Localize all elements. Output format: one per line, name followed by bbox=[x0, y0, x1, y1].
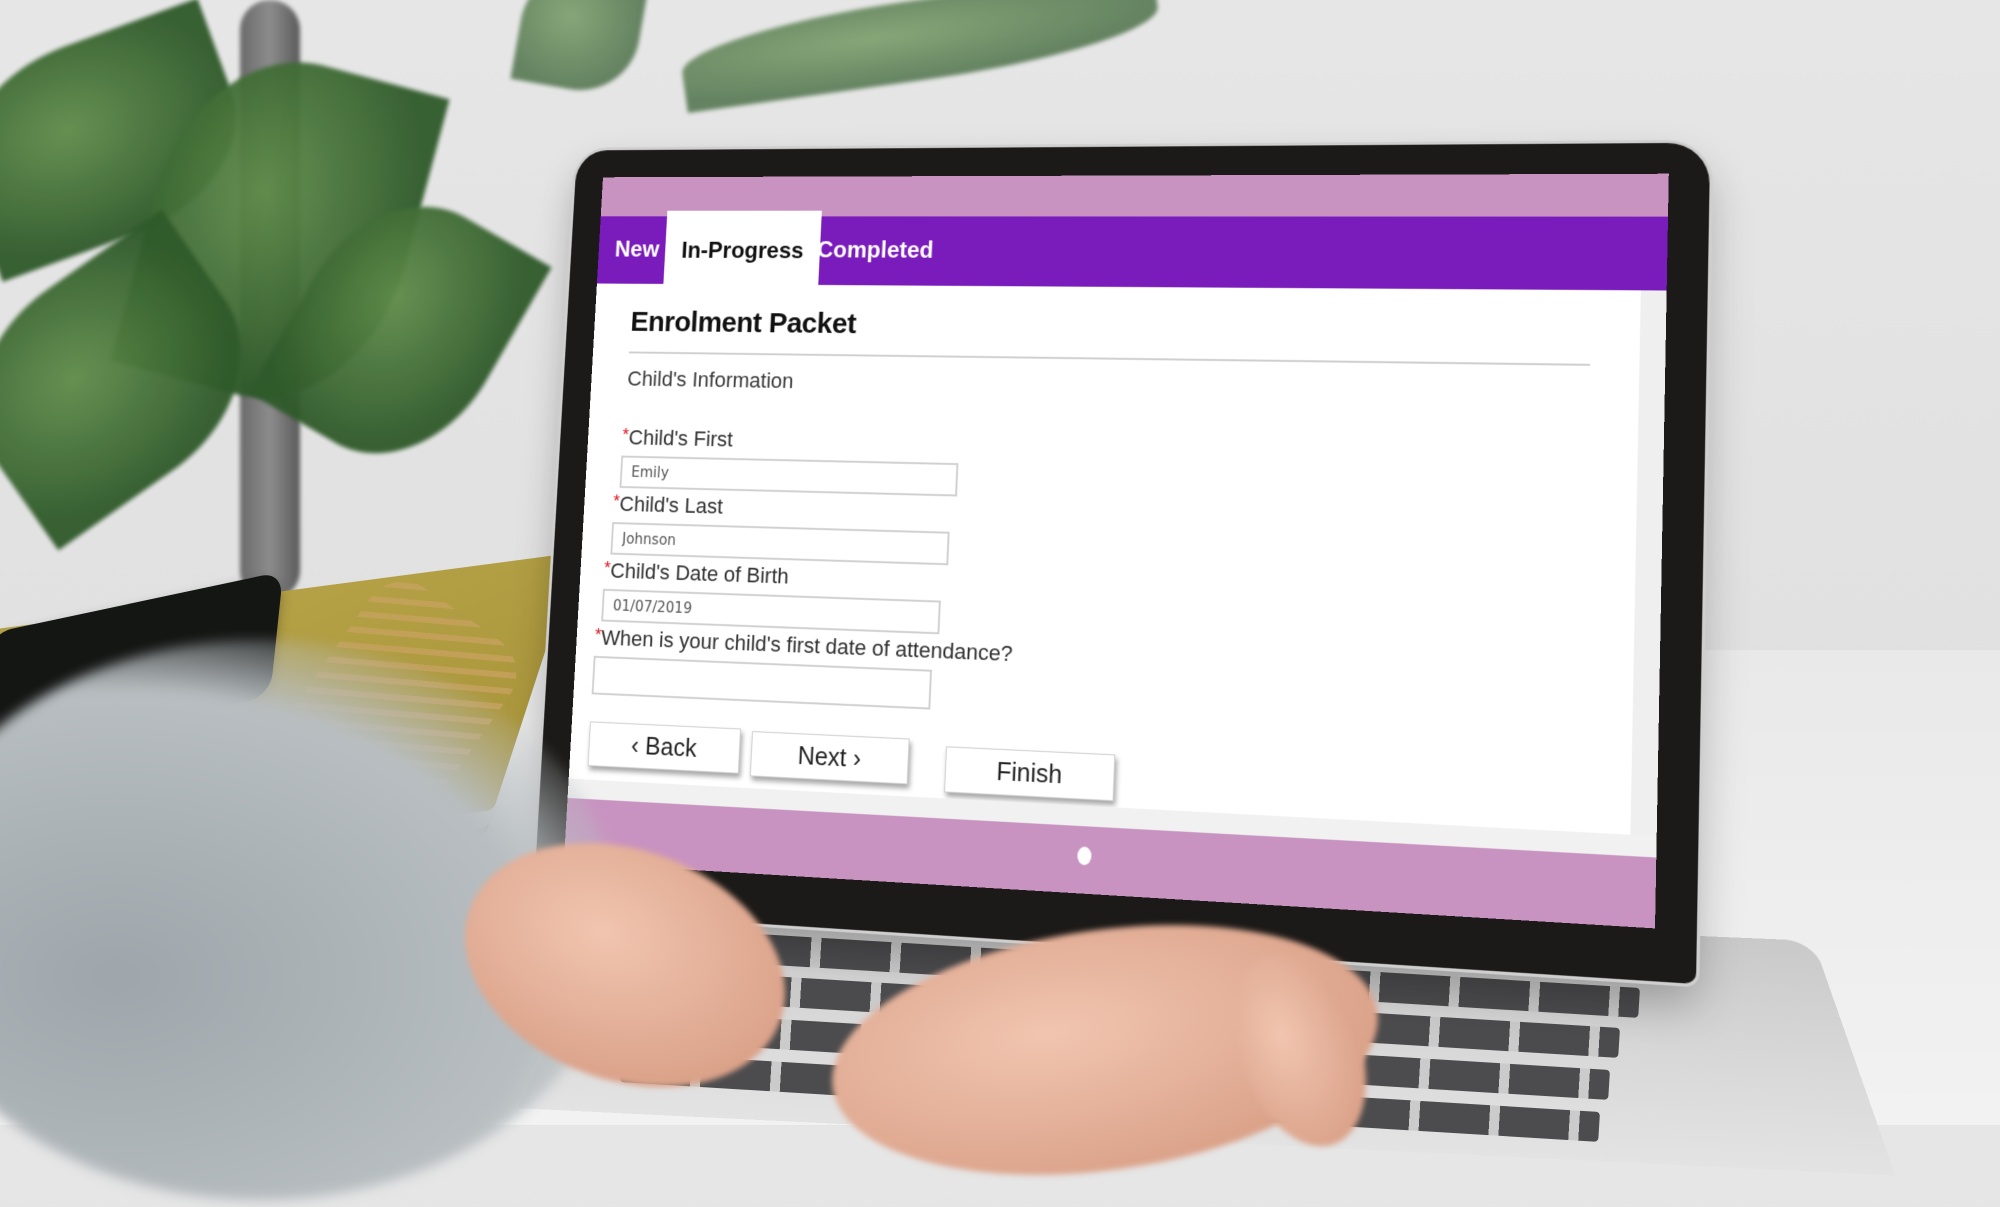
attendance-date-field: *When is your child's first date of atte… bbox=[591, 625, 1013, 713]
child-last-name-label: Child's Last bbox=[618, 491, 724, 519]
page-indicator-dot[interactable] bbox=[1077, 846, 1092, 866]
section-title: Child's Information bbox=[626, 366, 795, 393]
child-first-name-label: Child's First bbox=[628, 425, 734, 452]
child-last-name-input[interactable] bbox=[610, 522, 950, 566]
title-divider bbox=[628, 351, 1591, 366]
child-first-name-input[interactable] bbox=[619, 455, 959, 497]
child-first-name-field: *Child's First bbox=[619, 425, 960, 497]
plant-leaf bbox=[676, 0, 1164, 114]
back-button[interactable]: ‹ Back bbox=[587, 721, 742, 774]
laptop-screen: New In-Progress Completed Enrolment Pack… bbox=[563, 173, 1669, 929]
tab-bar: New In-Progress Completed bbox=[596, 210, 1669, 293]
plant-leaf bbox=[510, 0, 650, 100]
form-panel: Enrolment Packet Child's Information *Ch… bbox=[568, 283, 1667, 837]
next-button[interactable]: Next › bbox=[749, 731, 910, 785]
child-dob-field: *Child's Date of Birth bbox=[601, 558, 942, 635]
page-title: Enrolment Packet bbox=[629, 306, 857, 340]
attendance-date-input[interactable] bbox=[591, 655, 933, 710]
finish-button[interactable]: Finish bbox=[944, 746, 1116, 802]
child-last-name-field: *Child's Last bbox=[610, 492, 951, 566]
child-dob-label: Child's Date of Birth bbox=[609, 558, 790, 589]
tab-completed[interactable]: Completed bbox=[799, 216, 952, 285]
